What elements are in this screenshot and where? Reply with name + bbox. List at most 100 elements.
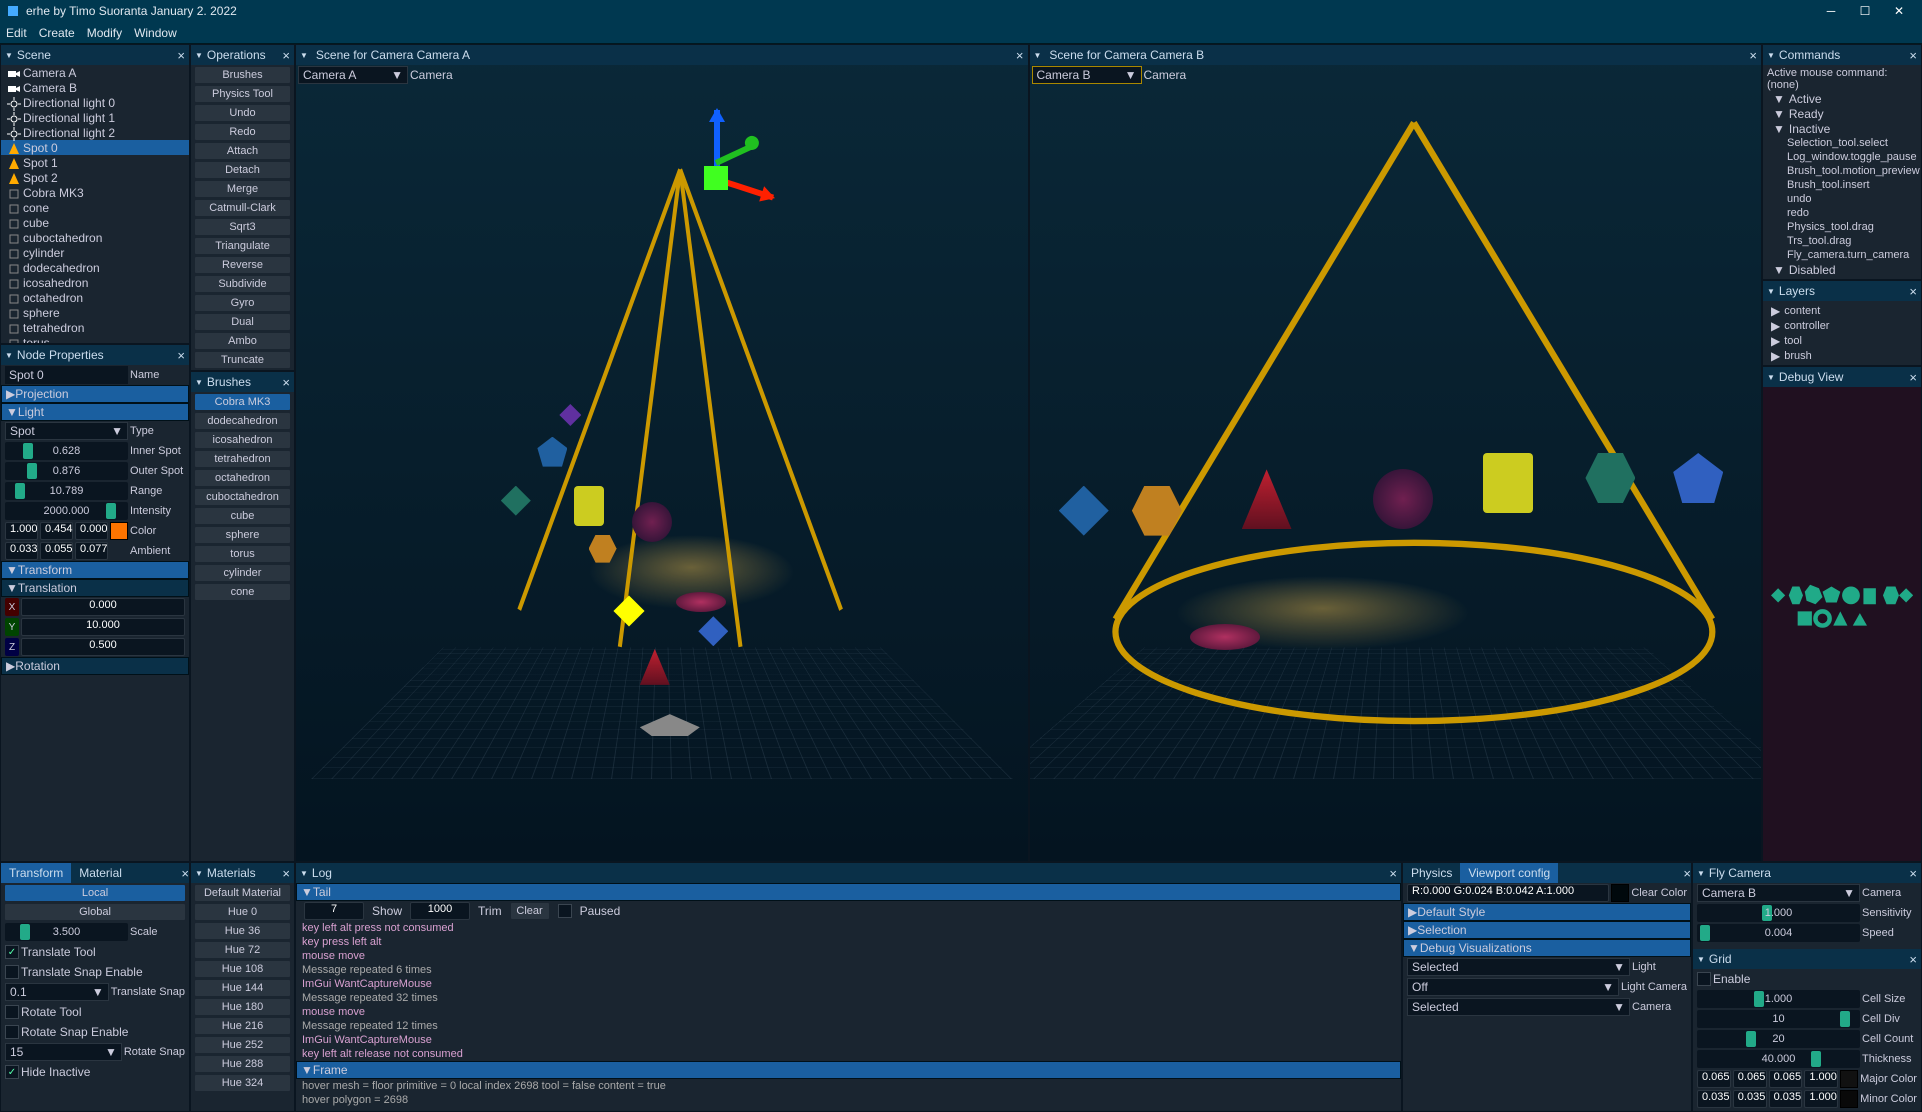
tail-n-field[interactable]: 7 <box>304 902 364 920</box>
color-b[interactable]: 0.000 <box>75 522 108 540</box>
ambient-b[interactable]: 0.077 <box>75 542 108 560</box>
scale-slider[interactable]: 3.500 <box>5 923 128 941</box>
rotation-section[interactable]: ▶Rotation <box>1 657 189 675</box>
op-button[interactable]: Detach <box>194 161 291 179</box>
major-color-swatch[interactable] <box>1840 1070 1858 1088</box>
gizmo[interactable] <box>676 110 756 230</box>
tab-viewport-config[interactable]: Viewport config <box>1460 863 1558 883</box>
material-button[interactable]: Default Material <box>194 884 291 902</box>
tab-physics[interactable]: Physics <box>1403 863 1460 883</box>
close-icon[interactable]: × <box>1909 48 1917 63</box>
close-icon[interactable]: × <box>181 866 189 881</box>
translate-snap-dropdown[interactable]: 0.1▼ <box>5 983 109 1001</box>
viewport-b[interactable]: ▼Scene for Camera Camera B× Camera B▼ Ca… <box>1029 44 1763 862</box>
close-icon[interactable]: × <box>1016 48 1024 63</box>
op-button[interactable]: Merge <box>194 180 291 198</box>
scene-item[interactable]: Cobra MK3 <box>1 185 189 200</box>
close-icon[interactable]: × <box>1389 866 1397 881</box>
camera-a-dropdown[interactable]: Camera A▼ <box>298 66 408 84</box>
color-swatch[interactable] <box>110 522 128 540</box>
projection-section[interactable]: ▶Projection <box>1 385 189 403</box>
inner-spot-slider[interactable]: 0.628 <box>5 442 128 460</box>
op-button[interactable]: Truncate <box>194 351 291 369</box>
frame-section[interactable]: ▼Frame <box>296 1061 1401 1079</box>
translation-section[interactable]: ▼Translation <box>1 579 189 597</box>
op-button[interactable]: Gyro <box>194 294 291 312</box>
op-button[interactable]: Brushes <box>194 66 291 84</box>
scene-item[interactable]: octahedron <box>1 290 189 305</box>
layer-item[interactable]: ▶controller <box>1765 318 1919 333</box>
ty-field[interactable]: 10.000 <box>21 618 185 636</box>
cell-div-slider[interactable]: 10 <box>1697 1010 1860 1028</box>
brush-button[interactable]: octahedron <box>194 469 291 487</box>
translate-tool-check[interactable] <box>5 945 19 959</box>
ambient-g[interactable]: 0.055 <box>40 542 73 560</box>
vis-dropdown[interactable]: Selected▼ <box>1407 958 1630 976</box>
op-button[interactable]: Redo <box>194 123 291 141</box>
brush-button[interactable]: cone <box>194 583 291 601</box>
brush-button[interactable]: dodecahedron <box>194 412 291 430</box>
thickness-slider[interactable]: 40.000 <box>1697 1050 1860 1068</box>
scene-item[interactable]: Camera B <box>1 80 189 95</box>
outer-spot-slider[interactable]: 0.876 <box>5 462 128 480</box>
scene-item[interactable]: cylinder <box>1 245 189 260</box>
close-icon[interactable]: × <box>177 48 185 63</box>
tab-transform[interactable]: Transform <box>1 863 71 883</box>
tx-field[interactable]: 0.000 <box>21 598 185 616</box>
menu-create[interactable]: Create <box>39 26 75 40</box>
close-icon[interactable]: × <box>1909 866 1917 881</box>
layer-item[interactable]: ▶content <box>1765 303 1919 318</box>
op-button[interactable]: Catmull-Clark <box>194 199 291 217</box>
tab-material[interactable]: Material <box>71 863 130 883</box>
brush-button[interactable]: sphere <box>194 526 291 544</box>
brush-button[interactable]: Cobra MK3 <box>194 393 291 411</box>
translate-snap-enable-check[interactable] <box>5 965 19 979</box>
scene-item[interactable]: Spot 1 <box>1 155 189 170</box>
scene-item[interactable]: Camera A <box>1 65 189 80</box>
transform-section[interactable]: ▼Transform <box>1 561 189 579</box>
clear-color-field[interactable]: R:0.000 G:0.024 B:0.042 A:1.000 <box>1407 884 1609 902</box>
camera-b-dropdown[interactable]: Camera B▼ <box>1032 66 1142 84</box>
close-icon[interactable]: × <box>177 348 185 363</box>
menu-window[interactable]: Window <box>134 26 177 40</box>
op-button[interactable]: Triangulate <box>194 237 291 255</box>
scene-item[interactable]: dodecahedron <box>1 260 189 275</box>
color-r[interactable]: 1.000 <box>5 522 38 540</box>
material-button[interactable]: Hue 144 <box>194 979 291 997</box>
light-section[interactable]: ▼Light <box>1 403 189 421</box>
op-button[interactable]: Attach <box>194 142 291 160</box>
vis-dropdown[interactable]: Selected▼ <box>1407 998 1630 1016</box>
close-icon[interactable]: × <box>1909 370 1917 385</box>
scene-item[interactable]: icosahedron <box>1 275 189 290</box>
brush-button[interactable]: cylinder <box>194 564 291 582</box>
fly-camera-dropdown[interactable]: Camera B▼ <box>1697 884 1860 902</box>
material-button[interactable]: Hue 0 <box>194 903 291 921</box>
intensity-slider[interactable]: 2000.000 <box>5 502 128 520</box>
scene-item[interactable]: cuboctahedron <box>1 230 189 245</box>
scene-item[interactable]: Spot 0 <box>1 140 189 155</box>
clear-button[interactable]: Clear <box>510 902 550 920</box>
rotate-snap-dropdown[interactable]: 15▼ <box>5 1043 122 1061</box>
scene-item[interactable]: tetrahedron <box>1 320 189 335</box>
material-button[interactable]: Hue 324 <box>194 1074 291 1092</box>
close-icon[interactable]: × <box>1683 866 1691 881</box>
paused-check[interactable] <box>558 904 572 918</box>
clear-color-swatch[interactable] <box>1611 884 1629 902</box>
scene-item[interactable]: sphere <box>1 305 189 320</box>
menu-modify[interactable]: Modify <box>87 26 122 40</box>
global-button[interactable]: Global <box>4 903 186 921</box>
speed-slider[interactable]: 0.004 <box>1697 924 1860 942</box>
layer-item[interactable]: ▶tool <box>1765 333 1919 348</box>
ambient-r[interactable]: 0.033 <box>5 542 38 560</box>
scene-item[interactable]: cube <box>1 215 189 230</box>
log-count-field[interactable]: 1000 <box>410 902 470 920</box>
minimize-button[interactable]: ─ <box>1814 0 1848 22</box>
tz-field[interactable]: 0.500 <box>21 638 185 656</box>
close-icon[interactable]: × <box>1749 48 1757 63</box>
material-button[interactable]: Hue 216 <box>194 1017 291 1035</box>
scene-item[interactable]: torus <box>1 335 189 343</box>
cell-count-slider[interactable]: 20 <box>1697 1030 1860 1048</box>
material-button[interactable]: Hue 288 <box>194 1055 291 1073</box>
op-button[interactable]: Undo <box>194 104 291 122</box>
sensitivity-slider[interactable]: 1.000 <box>1697 904 1860 922</box>
